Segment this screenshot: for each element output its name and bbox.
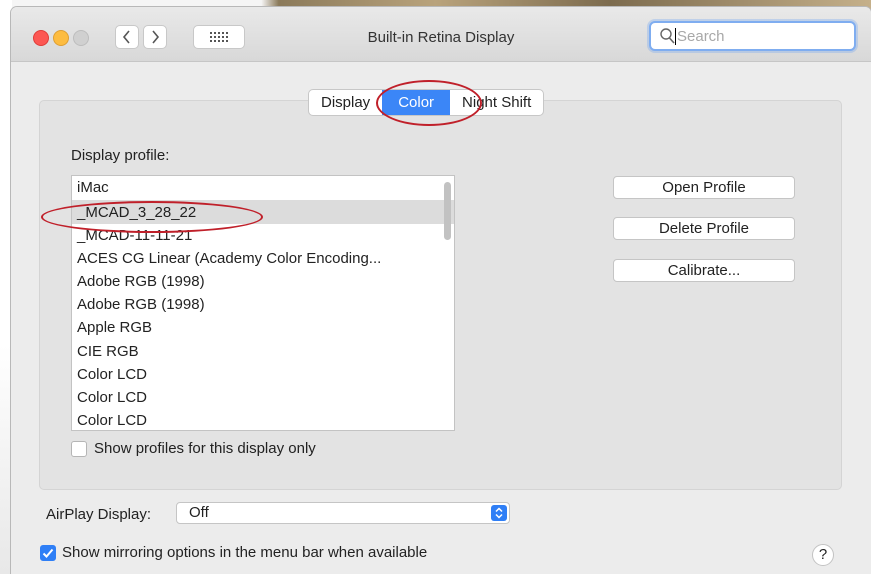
airplay-display-select[interactable]: Off xyxy=(176,502,510,524)
help-button[interactable]: ? xyxy=(812,544,834,566)
mirroring-label: Show mirroring options in the menu bar w… xyxy=(62,544,428,561)
annotation-circle-profile xyxy=(41,201,263,233)
list-scrollbar[interactable] xyxy=(444,182,451,240)
open-profile-button[interactable]: Open Profile xyxy=(613,176,795,199)
airplay-display-value: Off xyxy=(189,504,209,521)
title-bar: Built-in Retina Display Search xyxy=(11,7,871,62)
list-item[interactable]: Apple RGB xyxy=(72,316,454,339)
preferences-window: Built-in Retina Display Search Display C… xyxy=(11,7,871,574)
show-profiles-label: Show profiles for this display only xyxy=(94,440,316,457)
list-item[interactable]: Color LCD xyxy=(72,409,454,430)
list-item[interactable]: Color LCD xyxy=(72,386,454,409)
list-item[interactable]: iMac xyxy=(72,176,454,201)
tab-display[interactable]: Display xyxy=(309,90,382,115)
search-field[interactable]: Search xyxy=(649,21,856,51)
list-item[interactable]: ACES CG Linear (Academy Color Encoding..… xyxy=(72,247,454,270)
list-item[interactable]: CIE RGB xyxy=(72,340,454,363)
calibrate-button[interactable]: Calibrate... xyxy=(613,259,795,282)
text-cursor xyxy=(675,28,676,45)
updown-chevron-icon xyxy=(491,505,507,521)
list-item[interactable]: Color LCD xyxy=(72,363,454,386)
airplay-display-label: AirPlay Display: xyxy=(46,506,152,523)
search-icon xyxy=(660,28,675,44)
delete-profile-button[interactable]: Delete Profile xyxy=(613,217,795,240)
checkmark-icon xyxy=(42,548,54,558)
search-placeholder: Search xyxy=(677,28,725,45)
list-item[interactable]: Adobe RGB (1998) xyxy=(72,270,454,293)
list-item[interactable]: Adobe RGB (1998) xyxy=(72,293,454,316)
annotation-circle-color-tab xyxy=(376,80,482,126)
display-profile-label: Display profile: xyxy=(71,147,170,164)
mirroring-checkbox[interactable] xyxy=(40,545,56,561)
show-profiles-checkbox[interactable] xyxy=(71,441,87,457)
